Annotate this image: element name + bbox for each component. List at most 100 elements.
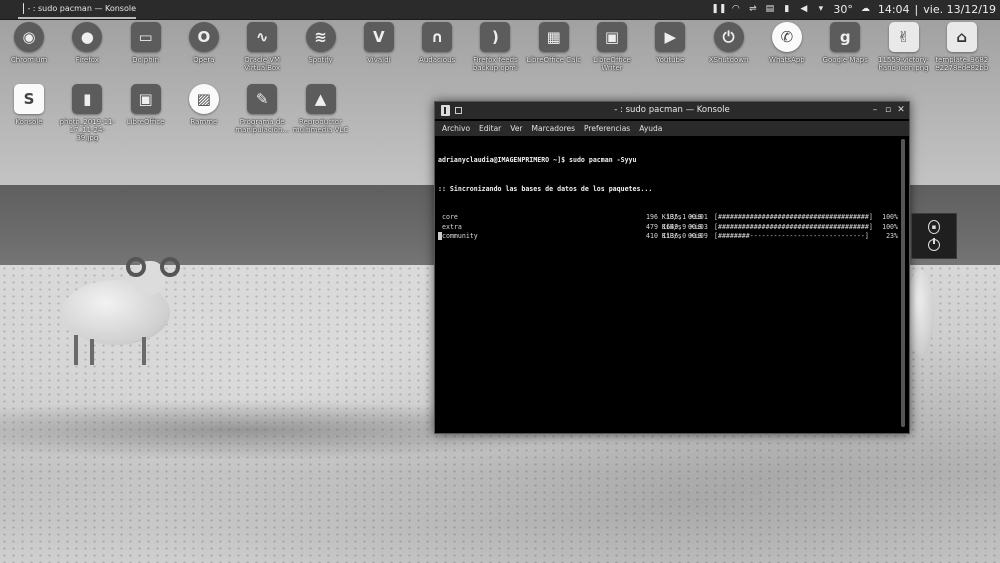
desktop-icon-youtube[interactable]: ▶ Youtube <box>642 22 698 64</box>
desktop-icon-spotify[interactable]: ≋ Spotify <box>293 22 349 64</box>
headphones-icon: ∩ <box>422 22 453 52</box>
desktop-icon-label: Google Maps <box>822 56 868 64</box>
desktop-icon-google-maps[interactable]: g Google Maps <box>817 22 873 64</box>
konsole-window[interactable]: - : sudo pacman — Konsole – ▫ ✕ Archivo E… <box>434 101 910 434</box>
scrollbar-thumb[interactable] <box>901 139 905 427</box>
system-tray: ❚❚ ◠ ⇌ ▤ ▮ ◀ ▾ 30° ☁ 14:04 | vie. 13/12/… <box>710 0 1000 19</box>
menu-marcadores[interactable]: Marcadores <box>532 124 576 133</box>
clock-date[interactable]: vie. 13/12/19 <box>923 3 996 16</box>
top-panel: - : sudo pacman — Konsole ❚❚ ◠ ⇌ ▤ ▮ ◀ ▾… <box>0 0 1000 20</box>
desktop-icon-gimp[interactable]: ✎ Programa de manipulación... <box>234 84 290 134</box>
taskbar-item-label: - : sudo pacman — Konsole <box>27 4 136 13</box>
desktop-icon-writer[interactable]: ▣ LibreOffice Writer <box>584 22 640 72</box>
vlc-icon: ▲ <box>305 84 336 114</box>
repo-name: extra <box>442 222 462 231</box>
gimp-icon: ✎ <box>247 84 278 114</box>
weather-cloud-icon[interactable]: ☁ <box>860 4 871 15</box>
desktop-icon-whatsapp[interactable]: ✆ WhatsApp <box>759 22 815 64</box>
desktop-icon-label: Reproductor multimedia VLC <box>292 118 349 134</box>
window-title: - : sudo pacman — Konsole <box>614 105 730 115</box>
clipboard-icon[interactable]: ▤ <box>764 4 775 15</box>
desktop-icon-label: Vivaldi <box>367 56 391 64</box>
folder-icon: ▭ <box>130 22 161 52</box>
repo-name: community <box>442 232 478 240</box>
clock-separator: | <box>914 3 919 16</box>
chromium-icon: ◉ <box>14 22 44 52</box>
terminal-prompt-line: adrianyclaudia@IMAGENPRIMERO ~]$ sudo pa… <box>438 156 637 164</box>
vivaldi-icon: V <box>363 22 394 52</box>
desktop-icon-headphones[interactable]: ∩ Audacious <box>409 22 465 64</box>
desktop-icon-label: template_9682e2278ede82bb <box>935 56 989 72</box>
repo-percent: 100% <box>882 213 898 221</box>
menu-editar[interactable]: Editar <box>479 124 501 133</box>
taskbar-item-konsole[interactable]: - : sudo pacman — Konsole <box>18 0 136 19</box>
desktop-icon-libreoffice[interactable]: ▣ LibreOffice <box>118 84 174 126</box>
ramme-icon: ▨ <box>188 84 219 114</box>
desktop-icon-label: Oracle VM VirtualBox <box>244 56 281 72</box>
lock-logout-widget: ▪ <box>911 213 957 259</box>
shutdown-icon: ⏻ <box>713 22 744 52</box>
terminal-cursor <box>438 232 442 240</box>
desktop-icon-vivaldi[interactable]: V Vivaldi <box>351 22 407 64</box>
desktop-icon-vlc[interactable]: ▲ Reproductor multimedia VLC <box>293 84 349 134</box>
whatsapp-icon: ✆ <box>771 22 802 52</box>
desktop-icon-ramme[interactable]: ▨ Ramme <box>176 84 232 126</box>
repo-sync-row: core 135,1 KiB 196 KiB/s 00:01 [############… <box>438 213 898 223</box>
menu-archivo[interactable]: Archivo <box>442 124 470 133</box>
calc-icon: ▦ <box>538 22 569 52</box>
desktop-icon-pdf-file[interactable]: ⌂ template_9682e2278ede82bb <box>934 22 990 72</box>
menu-preferencias[interactable]: Preferencias <box>584 124 630 133</box>
youtube-icon: ▶ <box>655 22 686 52</box>
volume-icon[interactable]: ◀ <box>798 4 809 15</box>
pdf-file-icon: ⌂ <box>946 22 977 52</box>
desktop-icon-virtualbox[interactable]: ∿ Oracle VM VirtualBox <box>234 22 290 72</box>
wifi-icon[interactable]: ◠ <box>730 4 741 15</box>
terminal-output[interactable]: adrianyclaudia@IMAGENPRIMERO ~]$ sudo pa… <box>438 137 898 429</box>
desktop-icon-firefox[interactable]: ● Firefox <box>59 22 115 64</box>
desktop-icon-konsole[interactable]: S Konsole <box>1 84 57 126</box>
pause-icon[interactable]: ❚❚ <box>711 4 726 15</box>
desktop-icon-image-file[interactable]: ▮ photo_2019-11-17_11-24-39.jpg <box>59 84 115 142</box>
desktop-icon-label: Audacious <box>419 56 456 64</box>
desktop-icon-label: Youtube <box>656 56 685 64</box>
usb-icon[interactable]: ⇌ <box>747 4 758 15</box>
repo-time: 00:09 <box>688 232 708 240</box>
logout-power-icon[interactable] <box>928 238 940 251</box>
desktop-icon-label: WhatsApp <box>769 56 805 64</box>
desktop-icon-label: LibreOffice Calc <box>526 56 582 64</box>
minimize-button[interactable]: – <box>869 104 881 116</box>
repo-bar: [########-----------------------------] <box>714 232 869 240</box>
desktop-icon-victory-hand[interactable]: ✌ 11559-victory-hand-icon.png <box>876 22 932 72</box>
repo-sync-row: extra 1649,9 KiB 479 KiB/s 00:03 [##########… <box>438 223 898 233</box>
wallpaper-sheep-partial <box>906 262 936 357</box>
window-titlebar[interactable]: - : sudo pacman — Konsole – ▫ ✕ <box>435 102 909 119</box>
temperature-label[interactable]: 30° <box>833 3 853 16</box>
desktop-icon-label: Firefox <box>75 56 99 64</box>
repo-percent: 100% <box>882 222 898 231</box>
expand-icon[interactable]: ▾ <box>815 4 826 15</box>
terminal-sync-message: :: Sincronizando las bases de datos de l… <box>438 184 653 193</box>
menu-ver[interactable]: Ver <box>510 124 522 133</box>
repo-bar: [######################################] <box>714 222 873 231</box>
desktop-icon-folder[interactable]: ▭ Dolphin <box>118 22 174 64</box>
desktop-icon-calc[interactable]: ▦ LibreOffice Calc <box>526 22 582 64</box>
wallpaper-sheep <box>60 255 180 370</box>
terminal-scrollbar[interactable] <box>901 139 905 427</box>
desktop-icon-chromium[interactable]: ◉ Chromium <box>1 22 57 64</box>
clock-time[interactable]: 14:04 <box>878 3 910 16</box>
desktop-icon-label: Spotify <box>308 56 333 64</box>
close-button[interactable]: ✕ <box>895 104 907 116</box>
desktop-icon-opera[interactable]: O Opera <box>176 22 232 64</box>
desktop-icon-label: Firefox feeds backup.opml <box>472 56 518 72</box>
rss-file-icon: ) <box>480 22 511 52</box>
desktop-icon-shutdown[interactable]: ⏻ XShutdown <box>701 22 757 64</box>
battery-icon[interactable]: ▮ <box>781 4 792 15</box>
desktop-icon-label: photo_2019-11-17_11-24-39.jpg <box>59 118 116 142</box>
lock-screen-icon[interactable]: ▪ <box>928 220 940 234</box>
desktop-icon-rss-file[interactable]: ) Firefox feeds backup.opml <box>467 22 523 72</box>
menu-ayuda[interactable]: Ayuda <box>639 124 662 133</box>
maximize-button[interactable]: ▫ <box>882 104 894 116</box>
repo-time: 00:01 <box>688 213 708 221</box>
firefox-icon: ● <box>72 22 103 52</box>
writer-icon: ▣ <box>597 22 627 52</box>
